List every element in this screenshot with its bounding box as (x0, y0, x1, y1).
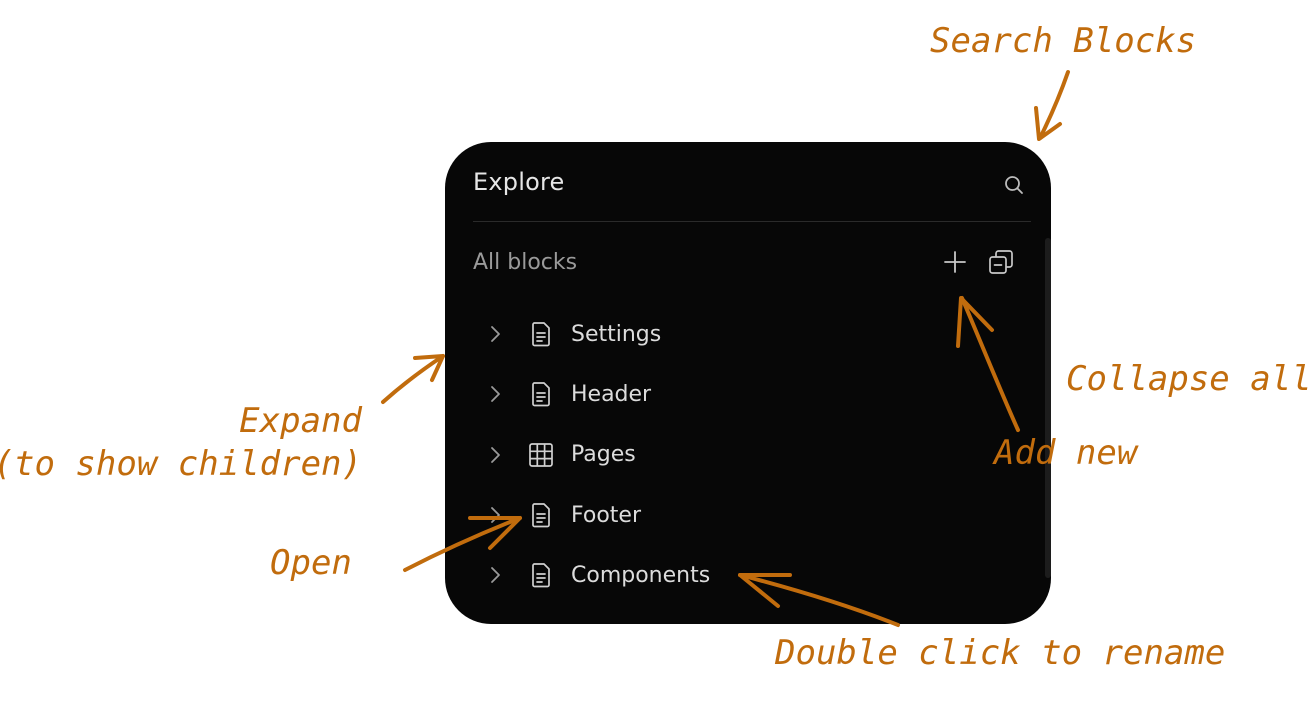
chevron-right-icon (491, 446, 500, 463)
tree-item-pages[interactable]: Pages (481, 425, 961, 485)
scrollbar[interactable] (1045, 238, 1051, 578)
annotation-expand-line2: (to show children) (0, 443, 362, 484)
tree-item-label[interactable]: Components (571, 563, 710, 588)
annotation-expand: Expand (to show children) (0, 400, 362, 485)
collapse-all-icon (989, 250, 1013, 274)
expand-chevron[interactable] (483, 322, 507, 346)
search-button[interactable] (999, 170, 1029, 200)
block-tree: Settings Header Pages Footer Components (481, 304, 961, 605)
tree-item-settings[interactable]: Settings (481, 304, 961, 364)
tree-item-label[interactable]: Header (571, 382, 651, 407)
tree-item-label[interactable]: Pages (571, 442, 636, 467)
tree-item-label[interactable]: Footer (571, 503, 641, 528)
tree-item-label[interactable]: Settings (571, 322, 661, 347)
annotation-expand-line1: Expand (239, 401, 362, 441)
expand-arrow (381, 354, 445, 404)
section-label-all-blocks: All blocks (473, 250, 578, 275)
chevron-right-icon (491, 507, 500, 523)
tree-item-components[interactable]: Components (481, 545, 961, 605)
annotation-rename: Double click to rename (775, 633, 1226, 673)
expand-chevron[interactable] (483, 503, 507, 527)
chevron-right-icon (491, 326, 500, 343)
open-block-button[interactable] (527, 320, 555, 348)
plus-icon (944, 251, 966, 273)
tree-item-header[interactable]: Header (481, 364, 961, 424)
document-icon (532, 563, 550, 588)
search-icon (1005, 176, 1023, 194)
chevron-right-icon (491, 567, 500, 584)
annotation-add-new: Add new (994, 433, 1138, 473)
add-new-button[interactable] (939, 246, 971, 278)
document-icon (532, 322, 550, 347)
annotation-open: Open (270, 543, 352, 583)
document-icon (532, 503, 550, 528)
expand-chevron[interactable] (483, 382, 507, 406)
open-block-button[interactable] (527, 441, 555, 469)
annotation-search-blocks: Search Blocks (930, 21, 1197, 61)
collapse-all-button[interactable] (985, 246, 1017, 278)
open-block-button[interactable] (527, 380, 555, 408)
chevron-right-icon (491, 386, 500, 403)
search-blocks-arrow (1034, 70, 1070, 141)
open-block-button[interactable] (527, 561, 555, 589)
open-block-button[interactable] (527, 501, 555, 529)
document-icon (532, 382, 550, 407)
table-icon (529, 442, 553, 467)
tree-item-footer[interactable]: Footer (481, 485, 961, 545)
annotation-collapse-all: Collapse all (1066, 359, 1312, 399)
explore-panel: Explore All blocks Settings Header Pages… (445, 142, 1051, 624)
panel-title: Explore (473, 168, 565, 196)
expand-chevron[interactable] (483, 563, 507, 587)
expand-chevron[interactable] (483, 443, 507, 467)
panel-header: Explore (473, 142, 1031, 222)
